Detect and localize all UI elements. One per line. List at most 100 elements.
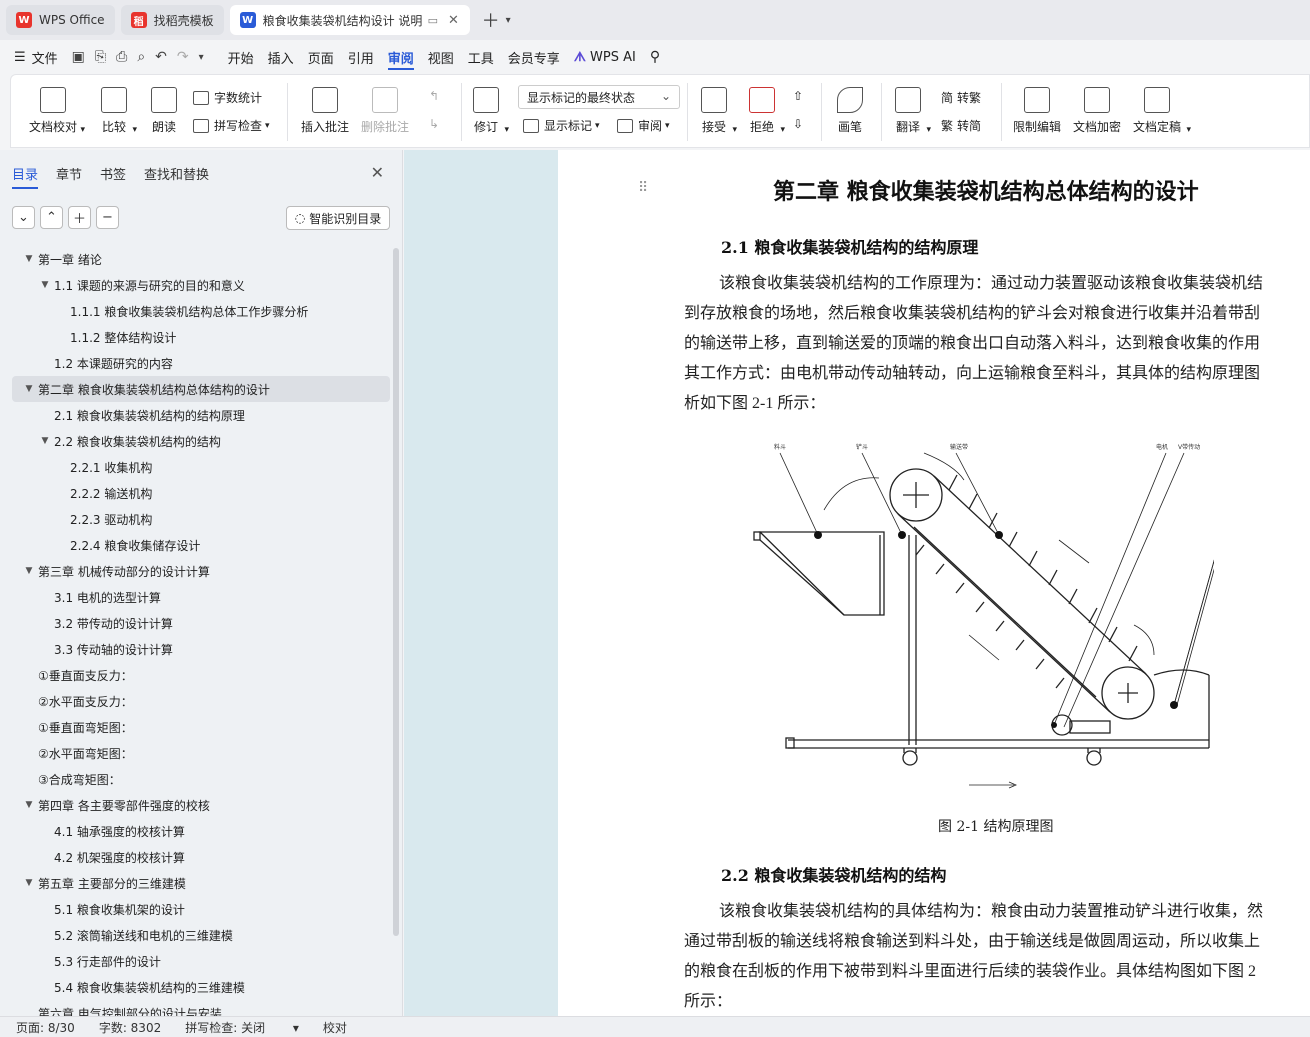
section-heading-2-1[interactable]: 2.1 粮食收集装袋机结构的结构原理 xyxy=(721,234,978,258)
structure-diagram[interactable]: 料斗铲斗 输送带电机 V带传动铲斗 xyxy=(744,435,1214,795)
toc-item[interactable]: 4.2 机架强度的校核计算 xyxy=(12,844,390,870)
menu-insert[interactable]: 插入 xyxy=(268,40,294,74)
chapter-heading[interactable]: 第二章 粮食收集装袋机结构总体结构的设计 xyxy=(558,174,1310,206)
menu-member[interactable]: 会员专享 xyxy=(508,40,560,74)
file-menu[interactable]: ☰ 文件 xyxy=(14,40,58,74)
accept-button[interactable]: 接受 ▾ xyxy=(701,87,737,135)
toc-scrollbar[interactable] xyxy=(393,248,399,936)
expand-toggle-icon[interactable]: ▼ xyxy=(22,384,36,394)
revise-button[interactable]: 修订 ▾ xyxy=(473,87,509,135)
tab-document[interactable]: W 粮食收集装袋机结构设计 说明 ▭ ✕ xyxy=(229,5,470,35)
toc-item[interactable]: 4.1 轴承强度的校核计算 xyxy=(12,818,390,844)
tab-wps-office[interactable]: W WPS Office xyxy=(6,5,115,35)
toc-item[interactable]: 1.1.1 粮食收集装袋机结构总体工作步骤分析 xyxy=(12,298,390,324)
tab-find-replace[interactable]: 查找和替换 xyxy=(144,164,209,189)
restrict-edit-button[interactable]: 限制编辑 xyxy=(1013,87,1061,135)
read-aloud-button[interactable]: 朗读 xyxy=(151,87,177,135)
figure-caption[interactable]: 图 2-1 结构原理图 xyxy=(938,816,1053,836)
toc-item[interactable]: ▼ 1.1 课题的来源与研究的目的和意义 xyxy=(12,272,390,298)
review-pane-button[interactable]: 审阅 ▾ xyxy=(617,117,670,134)
toc-item[interactable]: 2.2.2 输送机构 xyxy=(12,480,390,506)
menu-view[interactable]: 视图 xyxy=(428,40,454,74)
remove-heading-icon[interactable]: − xyxy=(96,206,119,229)
tab-toc[interactable]: 目录 xyxy=(12,164,39,189)
next-comment-icon[interactable]: ↳ xyxy=(429,117,439,131)
expand-toggle-icon[interactable]: ▼ xyxy=(22,566,36,576)
proofread-status[interactable]: 校对 xyxy=(323,1019,347,1036)
expand-toggle-icon[interactable]: ▼ xyxy=(22,878,36,888)
wps-ai-button[interactable]: ᗑ WPS AI xyxy=(574,40,636,74)
word-count[interactable]: 字数: 8302 xyxy=(99,1019,161,1036)
paragraph-principle[interactable]: 该粮食收集装袋机结构的工作原理为：通过动力装置驱动该粮食收集装袋机结 到存放粮食… xyxy=(684,269,1310,419)
toc-item[interactable]: ①垂直面弯矩图： xyxy=(12,714,390,740)
toc-item[interactable]: 5.1 粮食收集机架的设计 xyxy=(12,896,390,922)
insert-comment-button[interactable]: 插入批注 xyxy=(301,87,349,135)
spell-check-button[interactable]: 拼写检查 ▾ xyxy=(193,117,270,134)
search-icon[interactable]: ⚲ xyxy=(650,40,660,74)
to-traditional-button[interactable]: 简转繁 xyxy=(941,89,981,106)
export-icon[interactable]: ⎘ xyxy=(95,49,106,65)
toc-item[interactable]: 3.1 电机的选型计算 xyxy=(12,584,390,610)
prev-comment-icon[interactable]: ↰ xyxy=(429,89,439,103)
toc-item[interactable]: ▼ 第五章 主要部分的三维建模 xyxy=(12,870,390,896)
toc-item[interactable]: 1.2 本课题研究的内容 xyxy=(12,350,390,376)
toc-item[interactable]: ②水平面弯矩图： xyxy=(12,740,390,766)
toc-item[interactable]: 3.3 传动轴的设计计算 xyxy=(12,636,390,662)
toc-item[interactable]: ▼ 第一章 绪论 xyxy=(12,246,390,272)
encrypt-button[interactable]: 文档加密 xyxy=(1073,87,1121,135)
toc-item[interactable]: ▼ 2.2 粮食收集装袋机结构的结构 xyxy=(12,428,390,454)
pen-button[interactable]: 画笔 xyxy=(837,87,863,135)
chevron-down-icon[interactable]: ▾ xyxy=(199,52,204,63)
collapse-all-icon[interactable]: ⌃ xyxy=(40,206,63,229)
reject-button[interactable]: 拒绝 ▾ xyxy=(749,87,785,135)
prev-change-icon[interactable]: ⇧ xyxy=(793,89,803,103)
word-count-button[interactable]: 字数统计 xyxy=(193,89,262,106)
toc-item[interactable]: 1.1.2 整体结构设计 xyxy=(12,324,390,350)
tab-docer-templates[interactable]: 稻 找稻壳模板 xyxy=(120,5,224,35)
menu-review[interactable]: 审阅 xyxy=(387,40,414,74)
toc-item[interactable]: ▼ 第三章 机械传动部分的设计计算 xyxy=(12,558,390,584)
paragraph-structure[interactable]: 该粮食收集装袋机结构的具体结构为：粮食由动力装置推动铲斗进行收集，然 通过带刮板… xyxy=(684,897,1310,1016)
toc-item[interactable]: ▼ 第二章 粮食收集装袋机结构总体结构的设计 xyxy=(12,376,390,402)
chevron-down-icon[interactable]: ▾ xyxy=(506,15,511,26)
expand-toggle-icon[interactable]: ▼ xyxy=(38,280,52,290)
close-icon[interactable]: ✕ xyxy=(371,163,384,182)
toc-item[interactable]: ①垂直面支反力： xyxy=(12,662,390,688)
print-icon[interactable]: ⎙ xyxy=(116,49,127,65)
toc-item[interactable]: 2.2.1 收集机构 xyxy=(12,454,390,480)
finalize-button[interactable]: 文档定稿 ▾ xyxy=(1133,87,1191,135)
menu-reference[interactable]: 引用 xyxy=(348,40,374,74)
tab-bookmarks[interactable]: 书签 xyxy=(100,164,126,189)
toc-item[interactable]: ③合成弯矩图： xyxy=(12,766,390,792)
toc-item[interactable]: 2.2.3 驱动机构 xyxy=(12,506,390,532)
page-indicator[interactable]: 页面: 8/30 xyxy=(16,1019,75,1036)
menu-page[interactable]: 页面 xyxy=(308,40,334,74)
section-heading-2-2[interactable]: 2.2 粮食收集装袋机结构的结构 xyxy=(721,862,946,886)
smart-toc-button[interactable]: ◌ 智能识别目录 xyxy=(286,206,390,230)
print-preview-icon[interactable]: ⌕ xyxy=(137,49,145,65)
doc-check-button[interactable]: 文档校对 ▾ xyxy=(29,87,85,135)
toc-item[interactable]: 3.2 带传动的设计计算 xyxy=(12,610,390,636)
expand-toggle-icon[interactable]: ▼ xyxy=(22,800,36,810)
undo-icon[interactable]: ↶ xyxy=(155,49,167,65)
close-tab-icon[interactable]: ✕ xyxy=(448,13,459,28)
toc-item[interactable]: 5.4 粮食收集装袋机结构的三维建模 xyxy=(12,974,390,1000)
toc-item[interactable]: 5.3 行走部件的设计 xyxy=(12,948,390,974)
tab-sections[interactable]: 章节 xyxy=(56,164,82,189)
expand-toggle-icon[interactable]: ▼ xyxy=(38,436,52,446)
toc-item[interactable]: ②水平面支反力： xyxy=(12,688,390,714)
expand-toggle-icon[interactable]: ▼ xyxy=(22,254,36,264)
toc-item[interactable]: ▼ 第四章 各主要零部件强度的校核 xyxy=(12,792,390,818)
markup-state-select[interactable]: 显示标记的最终状态 ⌄ xyxy=(518,85,680,109)
toc-item[interactable]: 5.2 滚筒输送线和电机的三维建模 xyxy=(12,922,390,948)
delete-comment-button[interactable]: 删除批注 xyxy=(361,87,409,135)
toc-item[interactable]: 2.1 粮食收集装袋机结构的结构原理 xyxy=(12,402,390,428)
expand-all-icon[interactable]: ⌄ xyxy=(12,206,35,229)
toc-item[interactable]: 2.2.4 粮食收集储存设计 xyxy=(12,532,390,558)
translate-button[interactable]: 翻译 ▾ xyxy=(895,87,931,135)
add-heading-icon[interactable]: ＋ xyxy=(68,206,91,229)
compare-button[interactable]: 比较 ▾ xyxy=(101,87,137,135)
redo-icon[interactable]: ↷ xyxy=(177,49,189,65)
menu-start[interactable]: 开始 xyxy=(228,40,254,74)
save-icon[interactable]: ▣ xyxy=(72,49,85,65)
